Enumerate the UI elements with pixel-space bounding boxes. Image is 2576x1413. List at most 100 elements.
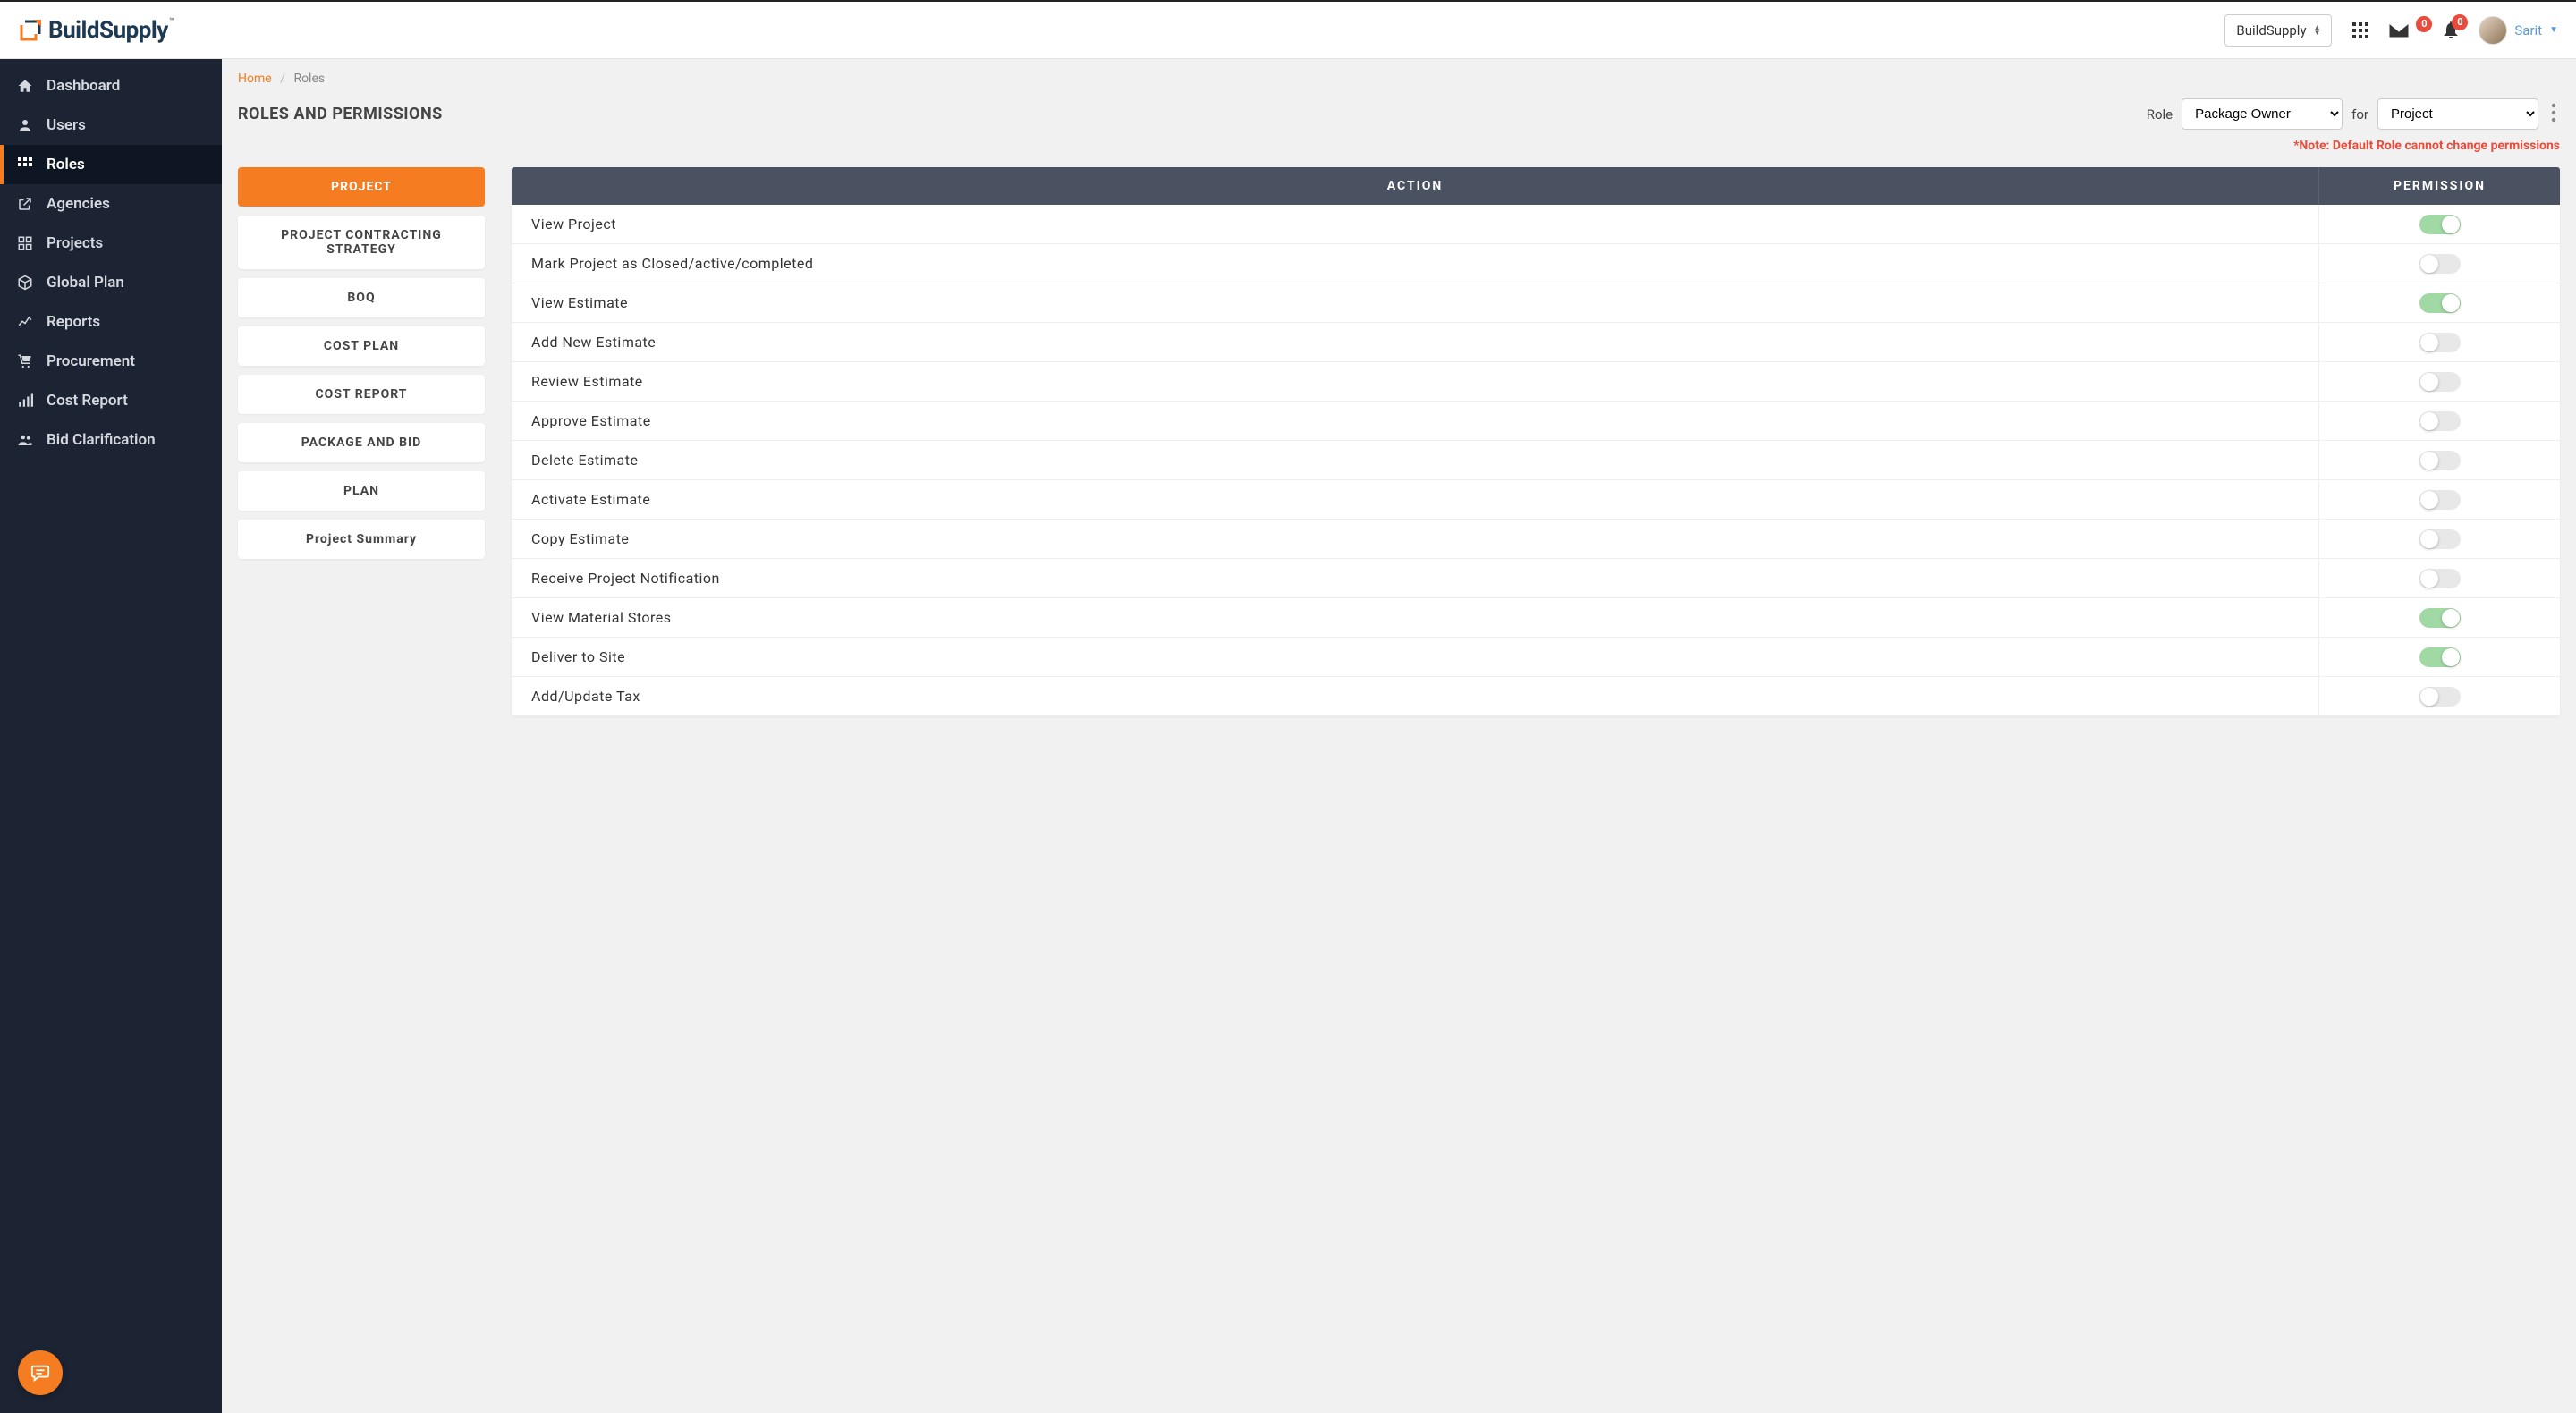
sidebar-item-procurement[interactable]: Procurement	[0, 342, 222, 381]
table-row: Add/Update Tax	[512, 677, 2560, 716]
logo-icon	[18, 18, 43, 43]
sidebar-item-label: Agencies	[47, 195, 110, 213]
table-row: View Estimate	[512, 283, 2560, 323]
sidebar-item-users[interactable]: Users	[0, 106, 222, 145]
sidebar-item-dashboard[interactable]: Dashboard	[0, 66, 222, 106]
sort-icon: ▲▼	[2314, 25, 2321, 36]
category-item[interactable]: COST REPORT	[238, 375, 485, 414]
permission-cell	[2318, 323, 2560, 361]
permission-toggle[interactable]	[2419, 372, 2461, 392]
notifications-button[interactable]: 0	[2443, 21, 2459, 39]
more-menu-button[interactable]	[2547, 99, 2560, 130]
category-item[interactable]: PLAN	[238, 471, 485, 511]
permissions-note: *Note: Default Role cannot change permis…	[222, 139, 2576, 162]
apps-menu-button[interactable]	[2351, 21, 2369, 39]
role-select[interactable]: Package Owner	[2182, 98, 2343, 130]
brand-logo[interactable]: BuildSupply™	[18, 17, 174, 44]
action-label: Approve Estimate	[512, 402, 2318, 440]
table-row: Delete Estimate	[512, 441, 2560, 480]
grid-icon	[16, 157, 34, 172]
category-item[interactable]: PACKAGE AND BID	[238, 423, 485, 462]
action-label: View Material Stores	[512, 598, 2318, 637]
table-row: View Material Stores	[512, 598, 2560, 638]
permission-toggle[interactable]	[2419, 647, 2461, 667]
user-icon	[16, 117, 34, 133]
breadcrumb-sep: /	[280, 72, 285, 86]
home-icon	[16, 78, 34, 94]
permission-cell	[2318, 559, 2560, 597]
table-row: Review Estimate	[512, 362, 2560, 402]
category-item[interactable]: Project Summary	[238, 520, 485, 559]
permission-cell	[2318, 244, 2560, 283]
category-item[interactable]: PROJECT	[238, 167, 485, 207]
mail-icon	[2389, 23, 2409, 38]
permission-cell	[2318, 677, 2560, 715]
sidebar-item-label: Dashboard	[47, 77, 120, 95]
sidebar: Dashboard Users Roles Agencies Projects Globa…	[0, 59, 222, 1413]
permission-cell	[2318, 205, 2560, 243]
table-row: Copy Estimate	[512, 520, 2560, 559]
org-select-value: BuildSupply	[2236, 22, 2306, 38]
sidebar-item-label: Cost Report	[47, 392, 128, 410]
sidebar-item-agencies[interactable]: Agencies	[0, 184, 222, 224]
breadcrumb-home[interactable]: Home	[238, 72, 272, 86]
action-label: Copy Estimate	[512, 520, 2318, 558]
permissions-table: ACTION PERMISSION View ProjectMark Proje…	[512, 167, 2560, 716]
sidebar-item-roles[interactable]: Roles	[0, 145, 222, 184]
permission-cell	[2318, 441, 2560, 479]
permission-cell	[2318, 520, 2560, 558]
permission-toggle[interactable]	[2419, 569, 2461, 588]
permission-toggle[interactable]	[2419, 411, 2461, 431]
action-label: Receive Project Notification	[512, 559, 2318, 597]
category-item[interactable]: COST PLAN	[238, 326, 485, 366]
permission-toggle[interactable]	[2419, 529, 2461, 549]
action-label: Activate Estimate	[512, 480, 2318, 519]
permission-toggle[interactable]	[2419, 254, 2461, 274]
category-item[interactable]: BOQ	[238, 278, 485, 317]
table-row: View Project	[512, 205, 2560, 244]
table-row: Approve Estimate	[512, 402, 2560, 441]
action-label: Add New Estimate	[512, 323, 2318, 361]
permission-toggle[interactable]	[2419, 293, 2461, 313]
sidebar-item-projects[interactable]: Projects	[0, 224, 222, 263]
permission-cell	[2318, 283, 2560, 322]
chart-icon	[16, 314, 34, 330]
mail-button[interactable]: 0 ▼	[2389, 23, 2423, 38]
sidebar-item-cost-report[interactable]: Cost Report	[0, 381, 222, 420]
bars-icon	[16, 393, 34, 409]
permission-toggle[interactable]	[2419, 490, 2461, 510]
action-label: Review Estimate	[512, 362, 2318, 401]
table-row: Mark Project as Closed/active/completed	[512, 244, 2560, 283]
action-label: Mark Project as Closed/active/completed	[512, 244, 2318, 283]
table-header: ACTION PERMISSION	[512, 167, 2560, 205]
category-list: PROJECT PROJECT CONTRACTING STRATEGY BOQ CO…	[238, 167, 485, 716]
sidebar-item-bid-clarification[interactable]: Bid Clarification	[0, 420, 222, 460]
sidebar-item-label: Projects	[47, 234, 103, 252]
cube-icon	[16, 275, 34, 291]
permission-toggle[interactable]	[2419, 608, 2461, 628]
role-label: Role	[2147, 106, 2173, 123]
apps-icon	[16, 235, 34, 251]
permission-toggle[interactable]	[2419, 215, 2461, 234]
user-name: Sarit	[2514, 22, 2542, 38]
caret-down-icon: ▼	[2549, 25, 2558, 35]
mail-badge: 0	[2416, 16, 2432, 32]
permission-toggle[interactable]	[2419, 451, 2461, 470]
sidebar-item-label: Bid Clarification	[47, 431, 156, 449]
permission-header: PERMISSION	[2318, 167, 2560, 205]
permission-cell	[2318, 480, 2560, 519]
breadcrumb: Home / Roles	[222, 59, 2576, 95]
permission-toggle[interactable]	[2419, 333, 2461, 352]
grid-icon	[2351, 21, 2369, 39]
category-item[interactable]: PROJECT CONTRACTING STRATEGY	[238, 216, 485, 269]
sidebar-item-reports[interactable]: Reports	[0, 302, 222, 342]
scope-select[interactable]: Project	[2377, 98, 2538, 130]
user-menu[interactable]: Sarit ▼	[2479, 16, 2558, 45]
sidebar-item-label: Roles	[47, 156, 85, 173]
org-select[interactable]: BuildSupply ▲▼	[2224, 14, 2332, 47]
sidebar-item-global-plan[interactable]: Global Plan	[0, 263, 222, 302]
app-header: BuildSupply™ BuildSupply ▲▼ 0 ▼	[0, 2, 2576, 59]
permission-toggle[interactable]	[2419, 687, 2461, 706]
breadcrumb-current: Roles	[293, 72, 325, 86]
chat-fab[interactable]	[18, 1350, 63, 1395]
